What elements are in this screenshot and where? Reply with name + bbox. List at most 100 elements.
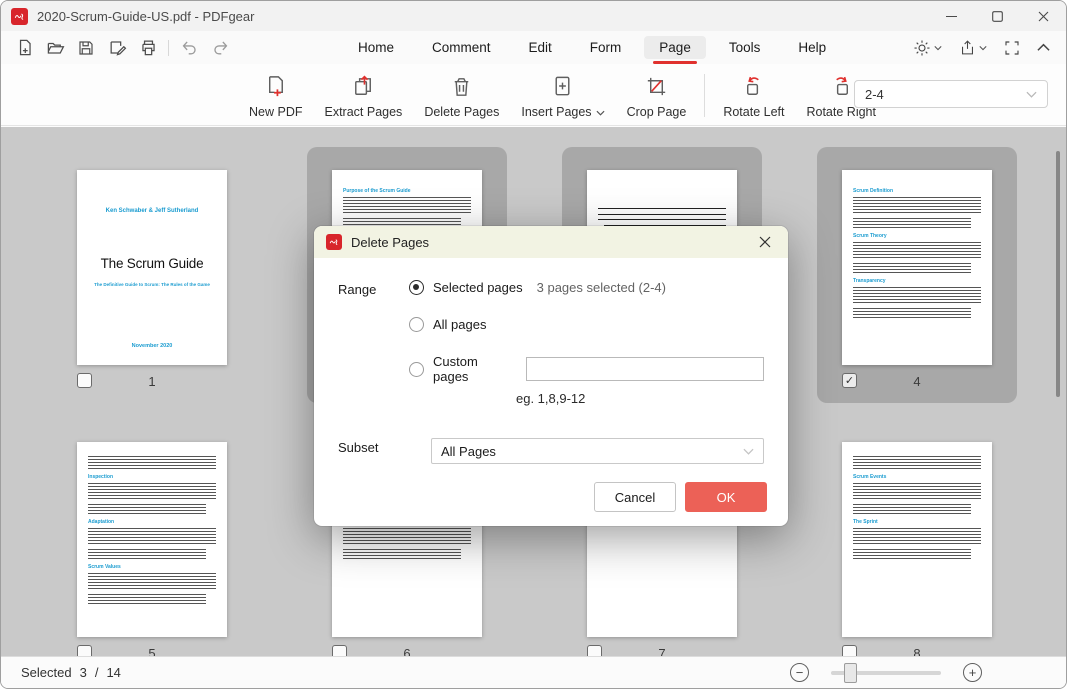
tab-home[interactable]: Home [343,36,409,59]
page-thumbnail-cell-4: Scrum Definition Scrum Theory Transparency… [817,147,1017,403]
maximize-button[interactable] [974,1,1020,31]
dialog-titlebar: Delete Pages [314,226,788,258]
zoom-slider-handle[interactable] [844,663,857,683]
pdfgear-logo-icon [11,8,28,25]
menu-tabs: Home Comment Edit Form Page Tools Help [343,31,841,64]
custom-pages-hint: eg. 1,8,9-12 [516,391,764,406]
subset-value: All Pages [441,444,496,459]
zoom-in-button[interactable]: + [963,663,982,682]
extract-pages-button[interactable]: Extract Pages [313,70,413,121]
subset-dropdown[interactable]: All Pages [431,438,764,464]
page-checkbox-4[interactable]: ✓ [842,373,857,388]
thumb-heading: Purpose of the Scrum Guide [343,188,471,194]
minimize-button[interactable] [928,1,974,31]
radio-selected-pages[interactable]: Selected pages 3 pages selected (2-4) [409,280,764,295]
open-file-icon[interactable] [44,37,66,59]
collapse-ribbon-icon[interactable] [1037,43,1050,52]
delete-pages-icon [448,72,475,100]
cover-subtitle: The Definitive Guide to Scrum: The Rules… [77,282,227,287]
ribbon-button-label: Extract Pages [324,105,402,119]
fullscreen-icon[interactable] [1004,40,1020,56]
cancel-button[interactable]: Cancel [594,482,676,512]
zoom-controls: − + [790,663,982,682]
ribbon-separator [704,74,705,117]
radio-custom-icon[interactable] [409,362,424,377]
delete-pages-dialog: Delete Pages Range Selected pages 3 page… [314,226,788,526]
subset-label: Subset [338,438,409,464]
undo-icon[interactable] [178,37,200,59]
page-thumbnail-4[interactable]: Scrum Definition Scrum Theory Transparency [842,170,992,365]
radio-all-icon[interactable] [409,317,424,332]
redo-icon[interactable] [209,37,231,59]
tab-tools[interactable]: Tools [714,36,776,59]
page-range-value: 2-4 [865,87,884,102]
radio-all-pages[interactable]: All pages [409,317,764,332]
share-export-icon[interactable] [959,39,987,56]
theme-icon[interactable] [913,39,942,57]
custom-pages-input[interactable] [526,357,764,381]
new-pdf-button[interactable]: New PDF [238,70,313,121]
chevron-down-icon [1026,91,1037,98]
page-thumbnail-1[interactable]: Ken Schwaber & Jeff Sutherland The Scrum… [77,170,227,365]
cover-author: Ken Schwaber & Jeff Sutherland [77,208,227,214]
page-checkbox-6[interactable] [332,645,347,656]
ribbon-button-label: Crop Page [627,105,687,119]
rotate-left-icon [740,72,767,100]
ribbon-button-label: New PDF [249,105,302,119]
page-checkbox-8[interactable] [842,645,857,656]
rotate-right-icon [828,72,855,100]
tab-page[interactable]: Page [644,36,706,59]
save-as-icon[interactable] [106,37,128,59]
ribbon-button-label: Rotate Left [723,105,784,119]
thumb-heading: Scrum Theory [853,233,981,239]
total-pages: 14 [106,665,120,680]
app-window: 2020-Scrum-Guide-US.pdf - PDFgear Home Co… [0,0,1067,689]
tab-comment[interactable]: Comment [417,36,506,59]
crop-page-button[interactable]: Crop Page [616,70,698,121]
thumb-heading: The Sprint [853,519,981,525]
ok-button[interactable]: OK [685,482,767,512]
cover-title: The Scrum Guide [77,256,227,271]
statusbar: Selected 3 / 14 − + [1,656,1066,688]
tab-edit[interactable]: Edit [514,36,567,59]
dialog-title: Delete Pages [351,235,429,250]
titlebar: 2020-Scrum-Guide-US.pdf - PDFgear [1,1,1066,31]
thumb-heading: Inspection [88,474,216,480]
tab-help[interactable]: Help [783,36,841,59]
page-checkbox-5[interactable] [77,645,92,656]
dialog-close-icon[interactable] [754,231,776,253]
page-ribbon: New PDF Extract Pages Delete Pages Insert P… [1,64,1066,126]
radio-selected-icon[interactable] [409,280,424,295]
dialog-body: Range Selected pages 3 pages selected (2… [314,258,788,464]
page-thumbnail-5[interactable]: InspectionAdaptationScrum Values [77,442,227,637]
radio-custom-pages[interactable]: Custom pages [409,354,764,384]
print-icon[interactable] [137,37,159,59]
page-range-combobox[interactable]: 2-4 [854,80,1048,108]
insert-pages-button[interactable]: Insert Pages [510,70,615,121]
toolbar: Home Comment Edit Form Page Tools Help [1,31,1066,64]
rotate-left-button[interactable]: Rotate Left [712,70,795,121]
selection-status: Selected 3 / 14 [21,665,121,680]
page-thumbnail-8[interactable]: Scrum EventsThe Sprint [842,442,992,637]
insert-pages-icon [549,72,576,100]
selected-pages-info: 3 pages selected (2-4) [537,280,666,295]
save-icon[interactable] [75,37,97,59]
thumb-heading: Transparency [853,278,981,284]
page-checkbox-1[interactable] [77,373,92,388]
zoom-slider[interactable] [831,671,941,675]
dropdown-caret-icon [596,105,605,119]
zoom-out-button[interactable]: − [790,663,809,682]
vertical-scrollbar[interactable] [1056,151,1060,397]
close-button[interactable] [1020,1,1066,31]
range-label: Range [338,280,409,406]
delete-pages-button[interactable]: Delete Pages [413,70,510,121]
ribbon-buttons: New PDF Extract Pages Delete Pages Insert P… [238,70,887,121]
new-document-icon[interactable] [13,37,35,59]
tab-form[interactable]: Form [575,36,637,59]
thumb-heading: Scrum Definition [853,188,981,194]
selected-count: 3 [80,665,87,680]
page-checkbox-7[interactable] [587,645,602,656]
chevron-down-icon [743,448,754,455]
toolbar-separator [168,40,169,56]
ribbon-button-label: Insert Pages [521,105,604,119]
